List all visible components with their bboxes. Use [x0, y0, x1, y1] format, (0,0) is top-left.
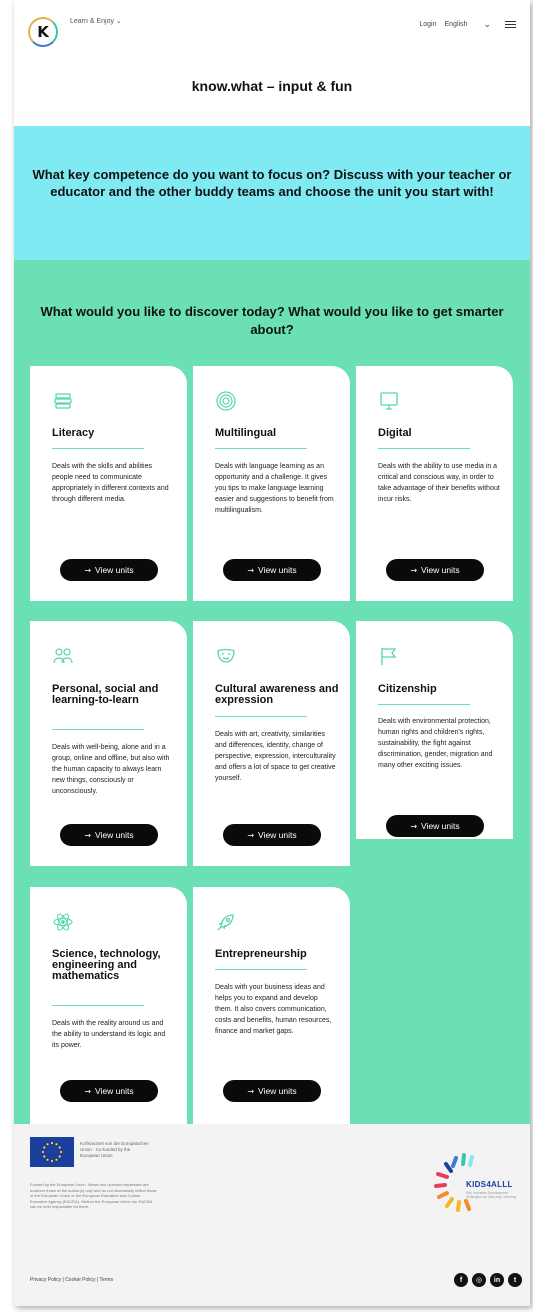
logo[interactable]: K: [28, 17, 58, 47]
top-bar: K Learn & Enjoy ⌄ Login English ⌄: [14, 0, 530, 62]
legal-links[interactable]: Privacy Policy | Cookie Policy | Terms: [30, 1277, 113, 1283]
card-title: Multilingual: [215, 427, 277, 439]
button-label: View units: [95, 830, 134, 840]
arrow-right-icon: →: [247, 1086, 255, 1096]
button-label: View units: [258, 565, 297, 575]
kids4alll-name: KIDS4ALLL: [466, 1180, 513, 1189]
card-citizenship: Citizenship Deals with environmental pro…: [356, 621, 513, 839]
card-title: Digital: [378, 427, 412, 439]
eu-flag-logo: [30, 1137, 74, 1167]
title-underline: [378, 704, 470, 705]
view-units-button[interactable]: → View units: [386, 815, 484, 837]
title-underline: [215, 448, 307, 449]
view-units-button[interactable]: → View units: [60, 1080, 158, 1102]
button-label: View units: [421, 565, 460, 575]
view-units-button[interactable]: → View units: [60, 559, 158, 581]
arrow-right-icon: →: [410, 565, 418, 575]
card-description: Deals with well-being, alone and in a gr…: [52, 744, 170, 795]
monitor-icon: [380, 392, 398, 410]
view-units-button[interactable]: → View units: [223, 824, 321, 846]
logo-letter: K: [37, 23, 49, 41]
button-label: View units: [258, 1086, 297, 1096]
kids4alll-logo[interactable]: [426, 1150, 518, 1228]
arrow-right-icon: →: [84, 565, 92, 575]
view-units-button[interactable]: → View units: [60, 824, 158, 846]
card-description: Deals with your business ideas and helps…: [215, 984, 332, 1035]
arrow-right-icon: →: [84, 830, 92, 840]
eu-funding-text: Kofinanziert von der Europäischen Union …: [80, 1141, 149, 1158]
atom-icon: [53, 913, 73, 931]
card-digital: Digital Deals with the ability to use me…: [356, 366, 513, 601]
view-units-button[interactable]: → View units: [386, 559, 484, 581]
button-label: View units: [421, 821, 460, 831]
social-links: f ◎ in t: [454, 1273, 522, 1287]
title-underline: [215, 969, 307, 970]
button-label: View units: [95, 565, 134, 575]
card-description: Deals with art, creativity, similarities…: [215, 731, 336, 782]
intro-text: What key competence do you want to focus…: [32, 167, 512, 199]
facebook-icon[interactable]: f: [454, 1273, 468, 1287]
card-description: Deals with language learning as an oppor…: [215, 463, 334, 514]
chevron-down-icon[interactable]: ⌄: [483, 19, 491, 30]
card-description: Deals with environmental protection, hum…: [378, 718, 493, 769]
card-title: Entrepreneurship: [215, 948, 307, 960]
people-group-icon: [53, 648, 73, 664]
linkedin-icon[interactable]: in: [490, 1273, 504, 1287]
instagram-icon[interactable]: ◎: [472, 1273, 486, 1287]
title-underline: [52, 448, 144, 449]
card-stem: Science, technology, engineering and mat…: [30, 887, 187, 1124]
book-stack-icon: [54, 393, 72, 409]
arrow-right-icon: →: [247, 830, 255, 840]
card-description: Deals with the skills and abilities peop…: [52, 463, 169, 503]
kids4alll-subtitle: Key Inclusive Development Strategies for…: [466, 1191, 516, 1199]
card-description: Deals with the reality around us and the…: [52, 1020, 166, 1049]
card-title: Cultural awareness and expression: [215, 683, 339, 706]
flag-icon: [381, 648, 397, 665]
card-title: Literacy: [52, 427, 95, 439]
arrow-right-icon: →: [84, 1086, 92, 1096]
eu-disclaimer: Funded by the European Union. Views and …: [30, 1182, 157, 1209]
nav-right: Login English ⌄: [419, 19, 516, 30]
view-units-button[interactable]: → View units: [223, 559, 321, 581]
title-underline: [52, 1005, 144, 1006]
button-label: View units: [258, 830, 297, 840]
rocket-icon: [217, 914, 234, 931]
section-question: What would you like to discover today? W…: [40, 304, 504, 337]
title-underline: [378, 448, 470, 449]
card-title: Citizenship: [378, 683, 437, 695]
card-entrepreneurship: Entrepreneurship Deals with your busines…: [193, 887, 350, 1124]
card-title: Personal, social and learning-to-learn: [52, 683, 159, 706]
title-underline: [215, 716, 307, 717]
card-multilingual: Multilingual Deals with language learnin…: [193, 366, 350, 601]
page-frame: K Learn & Enjoy ⌄ Login English ⌄ know.w…: [14, 0, 530, 1306]
card-title: Science, technology, engineering and mat…: [52, 948, 161, 982]
card-personal-social: Personal, social and learning-to-learn D…: [30, 621, 187, 866]
card-description: Deals with the ability to use media in a…: [378, 463, 500, 503]
login-link[interactable]: Login: [419, 21, 436, 28]
card-literacy: Literacy Deals with the skills and abili…: [30, 366, 187, 601]
button-label: View units: [95, 1086, 134, 1096]
hamburger-menu-icon[interactable]: [505, 21, 516, 28]
card-cultural-awareness: Cultural awareness and expression Deals …: [193, 621, 350, 866]
target-rings-icon: [216, 391, 236, 411]
title-underline: [52, 729, 144, 730]
tagline-menu[interactable]: Learn & Enjoy ⌄: [70, 17, 122, 25]
arrow-right-icon: →: [410, 821, 418, 831]
arrow-right-icon: →: [247, 565, 255, 575]
theater-mask-icon: [217, 648, 235, 663]
view-units-button[interactable]: → View units: [223, 1080, 321, 1102]
twitter-icon[interactable]: t: [508, 1273, 522, 1287]
site-title: know.what – input & fun: [191, 78, 353, 94]
language-select[interactable]: English: [444, 21, 467, 28]
